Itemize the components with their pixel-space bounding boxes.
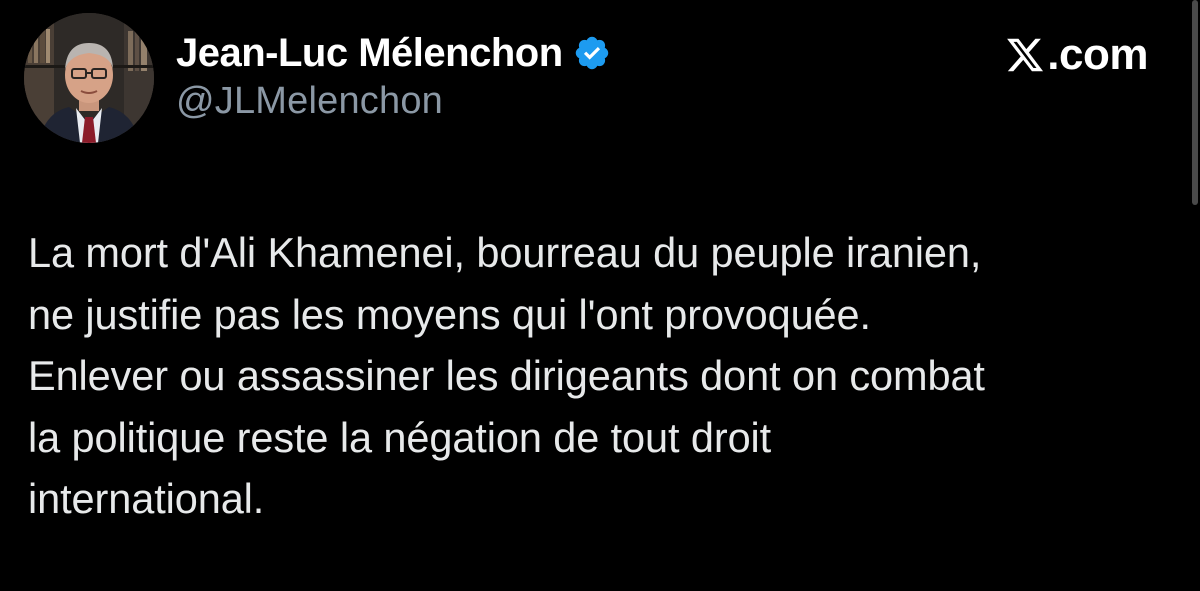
brand-domain: .com: [1047, 30, 1148, 79]
tweet-text-line: ne justifie pas les moyens qui l'ont pro…: [28, 290, 871, 338]
author-name[interactable]: Jean-Luc Mélenchon: [176, 31, 563, 76]
brand-watermark: .com: [1005, 30, 1148, 80]
x-logo-icon: [1005, 35, 1045, 75]
scrollbar-thumb[interactable]: [1192, 0, 1198, 205]
scrollbar[interactable]: [1190, 0, 1200, 210]
tweet-text: La mort d'Ali Khamenei, bourreau du peup…: [28, 222, 1168, 530]
verified-badge-icon: [573, 34, 611, 72]
tweet-text-line: international.: [28, 475, 265, 522]
profile-photo-icon: [24, 13, 154, 143]
author-handle[interactable]: @JLMelenchon: [176, 80, 443, 123]
tweet-text-line: La mort d'Ali Khamenei, bourreau du peup…: [28, 229, 982, 276]
author-name-row[interactable]: Jean-Luc Mélenchon: [176, 26, 611, 80]
avatar[interactable]: [24, 13, 154, 143]
tweet-text-line: la politique reste la négation de tout d…: [28, 413, 772, 461]
tweet-text-line: Enlever ou assassiner les dirigeants don…: [28, 352, 985, 399]
tweet-card: Jean-Luc Mélenchon @JLMelenchon .com La …: [0, 0, 1200, 591]
